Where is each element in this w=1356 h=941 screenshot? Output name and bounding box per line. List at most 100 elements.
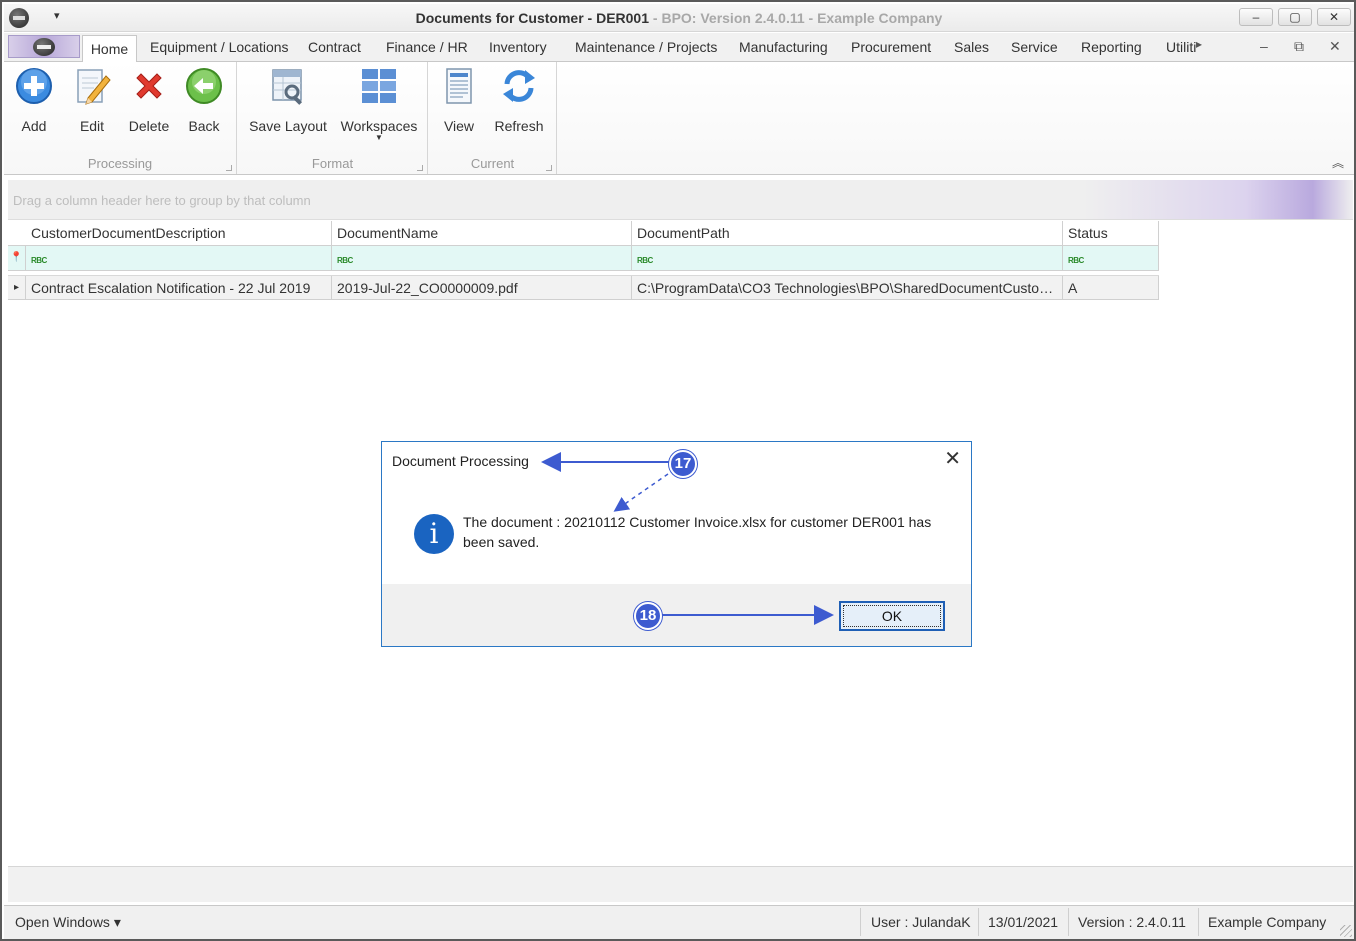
column-header-document-name[interactable]: DocumentName: [332, 221, 632, 245]
resize-grip-icon[interactable]: [1340, 925, 1352, 937]
cell-description[interactable]: Contract Escalation Notification - 22 Ju…: [26, 276, 332, 299]
ribbon: Add Edit Delete Back Processing Save Lay…: [4, 62, 1354, 175]
window-title-main: Documents for Customer - DER001: [415, 10, 650, 26]
row-indicator-icon: ▸: [8, 276, 26, 299]
group-dialog-launcher-icon[interactable]: [546, 165, 552, 171]
ok-button[interactable]: OK: [839, 601, 945, 631]
status-version: Version : 2.4.0.11: [1078, 914, 1186, 930]
dialog-footer: OK: [382, 584, 971, 646]
group-dialog-launcher-icon[interactable]: [417, 165, 423, 171]
table-row[interactable]: ▸ Contract Escalation Notification - 22 …: [8, 275, 1159, 300]
group-dialog-launcher-icon[interactable]: [226, 165, 232, 171]
chevron-down-icon: ▼: [375, 133, 383, 142]
collapse-ribbon-icon[interactable]: ︽: [1332, 154, 1344, 171]
add-button[interactable]: Add: [12, 66, 56, 134]
tab-equipment-locations[interactable]: Equipment / Locations: [150, 39, 289, 55]
text-filter-icon: RBC: [637, 256, 653, 265]
close-button[interactable]: ✕: [1317, 8, 1351, 26]
dialog-message: The document : 20210112 Customer Invoice…: [463, 514, 932, 550]
title-bar: ▾ Documents for Customer - DER001 - BPO:…: [4, 4, 1354, 32]
cell-status[interactable]: A: [1063, 276, 1159, 299]
ribbon-group-label: Processing: [87, 156, 153, 171]
grid-header-row: CustomerDocumentDescription DocumentName…: [8, 221, 1159, 246]
tab-inventory[interactable]: Inventory: [489, 39, 547, 55]
dialog-title: Document Processing: [392, 453, 529, 469]
open-windows-button[interactable]: Open Windows ▾: [15, 914, 121, 931]
view-button[interactable]: View: [437, 66, 481, 134]
view-label: View: [443, 118, 475, 134]
tab-reporting[interactable]: Reporting: [1081, 39, 1142, 55]
filter-pin-icon: 📍: [8, 246, 26, 270]
tab-contract[interactable]: Contract: [308, 39, 361, 55]
mdi-close-button[interactable]: ✕: [1329, 38, 1341, 55]
tab-manufacturing[interactable]: Manufacturing: [739, 39, 828, 55]
filter-cell-document-name[interactable]: RBC: [332, 246, 632, 270]
mdi-minimize-button[interactable]: –: [1260, 38, 1268, 54]
minimize-button[interactable]: –: [1239, 8, 1273, 26]
ribbon-group-label: Format: [311, 156, 354, 171]
tab-maintenance-projects[interactable]: Maintenance / Projects: [575, 39, 717, 55]
column-header-status[interactable]: Status: [1063, 221, 1159, 245]
status-separator: [1068, 908, 1069, 936]
cell-document-path[interactable]: C:\ProgramData\CO3 Technologies\BPO\Shar…: [632, 276, 1063, 299]
cell-document-name[interactable]: 2019-Jul-22_CO0000009.pdf: [332, 276, 632, 299]
workspaces-icon: [362, 69, 396, 103]
grid-filter-row: 📍 RBC RBC RBC RBC: [8, 246, 1159, 271]
group-by-hint: Drag a column header here to group by th…: [13, 193, 311, 208]
text-filter-icon: RBC: [337, 256, 353, 265]
tab-finance-hr[interactable]: Finance / HR: [386, 39, 468, 55]
ribbon-group-label: Current: [470, 156, 515, 171]
maximize-button[interactable]: ▢: [1278, 8, 1312, 26]
info-icon: i: [414, 514, 454, 554]
status-separator: [1198, 908, 1199, 936]
save-layout-icon: [272, 69, 303, 105]
delete-icon: [136, 73, 162, 99]
status-user: User : JulandaK: [871, 914, 971, 930]
ribbon-group-format: Save Layout Workspaces ▼ Format: [238, 62, 428, 174]
tab-utilities[interactable]: Utiliti: [1166, 39, 1196, 55]
back-button[interactable]: Back: [182, 66, 226, 134]
ribbon-tab-bar: Home Equipment / Locations Contract Fina…: [4, 33, 1354, 63]
text-filter-icon: RBC: [31, 256, 47, 265]
column-header-document-path[interactable]: DocumentPath: [632, 221, 1063, 245]
delete-button[interactable]: Delete: [124, 66, 174, 134]
refresh-icon: [503, 70, 535, 102]
workspaces-label: Workspaces: [340, 118, 418, 134]
window-title-sub: - BPO: Version 2.4.0.11 - Example Compan…: [649, 10, 943, 26]
tab-sales[interactable]: Sales: [954, 39, 989, 55]
dialog-close-icon[interactable]: ✕: [944, 449, 961, 469]
text-filter-icon: RBC: [1068, 256, 1084, 265]
back-label: Back: [188, 118, 220, 134]
save-layout-button[interactable]: Save Layout: [246, 66, 330, 134]
status-bar: Open Windows ▾ User : JulandaK 13/01/202…: [4, 905, 1354, 939]
status-company: Example Company: [1208, 914, 1327, 930]
tab-home[interactable]: Home: [82, 35, 137, 63]
save-layout-label: Save Layout: [249, 118, 327, 134]
edit-label: Edit: [79, 118, 105, 134]
tab-procurement[interactable]: Procurement: [851, 39, 931, 55]
annotation-badge-18: 18: [634, 602, 662, 630]
window-title: Documents for Customer - DER001 - BPO: V…: [4, 10, 1354, 26]
ribbon-group-current: View Refresh Current: [429, 62, 557, 174]
application-menu-button[interactable]: [8, 35, 80, 58]
status-separator: [978, 908, 979, 936]
status-date: 13/01/2021: [988, 914, 1059, 930]
workspaces-button[interactable]: Workspaces ▼: [338, 66, 420, 142]
grid-footer-strip: [8, 866, 1353, 902]
add-label: Add: [21, 118, 47, 134]
tab-service[interactable]: Service: [1011, 39, 1058, 55]
filter-cell-status[interactable]: RBC: [1063, 246, 1159, 270]
filter-cell-description[interactable]: RBC: [26, 246, 332, 270]
group-by-panel[interactable]: Drag a column header here to group by th…: [8, 180, 1353, 220]
column-header-description[interactable]: CustomerDocumentDescription: [26, 221, 332, 245]
add-icon: [16, 68, 52, 104]
refresh-button[interactable]: Refresh: [491, 66, 547, 134]
view-document-icon: [446, 68, 472, 104]
mdi-restore-button[interactable]: ⧉: [1294, 38, 1304, 55]
edit-icon: [77, 69, 111, 105]
tab-scroll-right-icon[interactable]: ▸: [1196, 37, 1202, 51]
back-arrow-icon: [186, 68, 222, 104]
filter-cell-document-path[interactable]: RBC: [632, 246, 1063, 270]
refresh-label: Refresh: [494, 118, 544, 134]
edit-button[interactable]: Edit: [70, 66, 114, 134]
